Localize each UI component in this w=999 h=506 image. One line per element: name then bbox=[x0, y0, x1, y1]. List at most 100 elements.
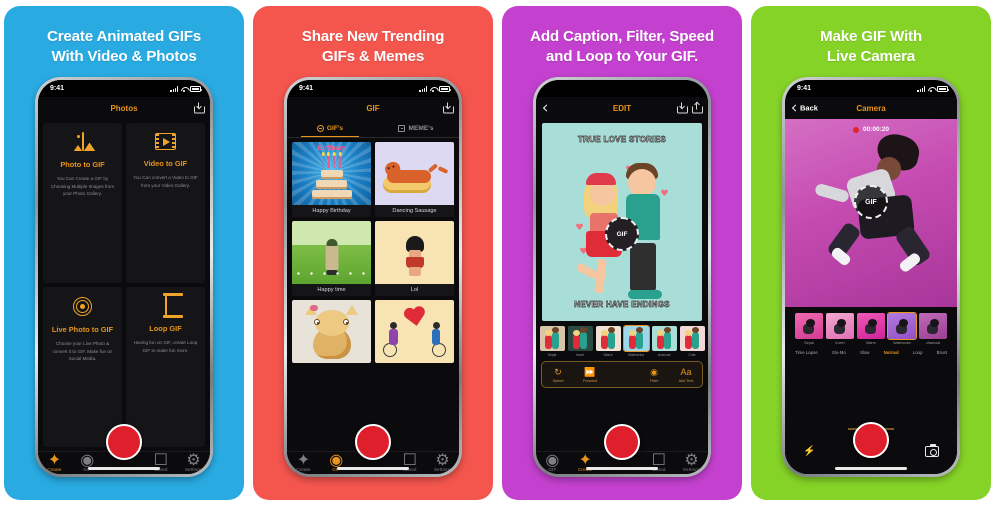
status-time: 9:41 bbox=[797, 85, 812, 93]
card-loop-gif[interactable]: Loop GIF Having fun on GIF, create Loop … bbox=[126, 287, 205, 448]
mode-slow[interactable]: Slow bbox=[860, 350, 870, 355]
record-button[interactable] bbox=[604, 424, 640, 461]
camera-viewfinder[interactable]: 00:00:20 GIF bbox=[785, 119, 957, 308]
gif-preview[interactable]: TRUE LOVE STORIES GIF NEVER HAVE ENDINGS bbox=[542, 123, 702, 322]
tab-settings[interactable]: ⚙ Settings bbox=[427, 452, 459, 472]
card-photo-to-gif[interactable]: Photo to GIF You Can Create a GIF by Cho… bbox=[43, 123, 122, 284]
filter-option[interactable]: Watercolor bbox=[622, 324, 650, 357]
filter-option[interactable]: charcoal bbox=[919, 313, 947, 345]
panel-camera: Make GIF With Live Camera 9:41 Back Came… bbox=[751, 6, 991, 500]
card-title: Video to GIF bbox=[143, 159, 188, 169]
back-button[interactable]: Back bbox=[791, 103, 818, 113]
home-indicator bbox=[337, 467, 409, 471]
add-text-icon: Aa bbox=[680, 367, 692, 378]
signal-icon bbox=[170, 85, 178, 92]
timer-value: 00:00:20 bbox=[862, 126, 890, 134]
mode-time-lapse[interactable]: Time Lapse bbox=[795, 350, 818, 355]
card-title: Photo to GIF bbox=[60, 160, 105, 170]
filter-strip[interactable]: Sepia Invert Warm Watercolor charcoal Cu… bbox=[536, 321, 708, 357]
gif-item[interactable]: Dancing Sausage bbox=[375, 142, 454, 218]
camera-filter-strip[interactable]: Sepia Invert Warm Watercolor charcoal bbox=[785, 307, 957, 345]
segment-gifs[interactable]: GIF's bbox=[287, 119, 373, 138]
tool-forward[interactable]: ⏩ Forward bbox=[575, 366, 605, 384]
camera-screen: 00:00:20 GIF Sepia Invert Warm Watercolo… bbox=[785, 119, 957, 429]
tab-create[interactable]: ✦ Create bbox=[38, 452, 70, 472]
card-video-to-gif[interactable]: Video to GIF You Can convert a Video to … bbox=[126, 123, 205, 284]
card-live-photo-to-gif[interactable]: Live Photo to GIF Choose your Live Photo… bbox=[43, 287, 122, 448]
share-icon[interactable] bbox=[692, 102, 703, 114]
battery-icon bbox=[190, 86, 202, 92]
tab-settings[interactable]: ⚙ Settings bbox=[178, 452, 210, 472]
tool-speed[interactable]: ↻ Speed bbox=[543, 366, 573, 384]
title-line-2: Live Camera bbox=[826, 48, 916, 66]
filter-option[interactable]: Warm bbox=[857, 313, 885, 345]
status-bar: 9:41 bbox=[785, 80, 957, 98]
gif-caption: Happy Birthday bbox=[312, 208, 351, 215]
gif-caption: Lol bbox=[410, 287, 419, 294]
mode-brust[interactable]: Brust bbox=[937, 350, 947, 355]
back-label: Back bbox=[800, 103, 818, 113]
gif-watermark: GIF bbox=[605, 217, 639, 252]
mode-normal[interactable]: Normal bbox=[884, 350, 899, 355]
gif-item[interactable]: Happy time bbox=[292, 221, 371, 297]
tool-add-text[interactable]: Aa Add Text bbox=[671, 366, 701, 383]
filter-option[interactable]: Warm bbox=[595, 326, 621, 357]
gif-list-screen: Birthday Happy Birthday Dancing Sausage … bbox=[287, 138, 459, 452]
signal-icon bbox=[917, 85, 925, 92]
couple-illustration: GIF bbox=[574, 161, 670, 300]
flash-icon[interactable]: ⚡ bbox=[803, 446, 815, 457]
phone-frame: 9:41 GIF GIF's MEME's Birthday Happy Bir… bbox=[284, 77, 462, 478]
tab-settings[interactable]: ⚙ Settings bbox=[676, 452, 708, 472]
saved-icon: ☐ bbox=[402, 452, 417, 470]
star-icon: ✦ bbox=[47, 452, 62, 470]
phone-frame: 9:41 Back Camera 00:00:20 GIF Sepia Inve… bbox=[782, 77, 960, 478]
title-line-2: and Loop to Your GIF. bbox=[545, 48, 699, 66]
filter-thumbnail bbox=[651, 326, 677, 352]
capture-mode-row[interactable]: Time Lapse Slo-Mo Slow Normal Loop Brust bbox=[785, 345, 957, 359]
mode-slo-mo[interactable]: Slo-Mo bbox=[832, 350, 846, 355]
title-line-1: Add Caption, Filter, Speed bbox=[530, 28, 714, 45]
tab-gif[interactable]: ◉ GIF bbox=[536, 452, 568, 472]
mode-loop[interactable]: Loop bbox=[913, 350, 923, 355]
filter-thumbnail bbox=[826, 313, 854, 340]
filter-icon: ◉ bbox=[650, 366, 658, 377]
gif-item[interactable] bbox=[375, 300, 454, 364]
filter-option[interactable]: Watercolor bbox=[886, 311, 918, 345]
filter-option[interactable]: Invert bbox=[567, 326, 593, 357]
download-icon[interactable] bbox=[677, 102, 688, 114]
gif-thumbnail: Birthday bbox=[292, 142, 371, 206]
card-desc: You Can Create a GIF by Choosing Multipl… bbox=[50, 176, 115, 196]
filter-option[interactable]: charcoal bbox=[651, 326, 677, 357]
gif-item[interactable]: Birthday Happy Birthday bbox=[292, 142, 371, 218]
tool-filter[interactable]: ◉ Filter bbox=[639, 366, 669, 384]
filter-option[interactable]: Sepia bbox=[539, 326, 565, 357]
filter-option[interactable]: Cute bbox=[679, 326, 705, 357]
chevron-left-icon bbox=[542, 104, 551, 112]
back-button[interactable] bbox=[542, 104, 551, 112]
segment-memes[interactable]: MEME's bbox=[373, 119, 459, 137]
filter-option[interactable]: Invert bbox=[826, 313, 854, 345]
photos-screen: Photo to GIF You Can Create a GIF by Cho… bbox=[38, 119, 210, 452]
gif-thumbnail bbox=[292, 221, 371, 285]
filter-option[interactable]: Sepia bbox=[795, 313, 823, 345]
home-indicator bbox=[586, 467, 658, 471]
gif-thumbnail bbox=[375, 142, 454, 206]
panel-title: Make GIF With Live Camera bbox=[761, 27, 981, 67]
camera-flip-icon[interactable] bbox=[925, 444, 939, 457]
status-time: 9:41 bbox=[50, 85, 65, 93]
download-icon[interactable] bbox=[194, 102, 205, 114]
panel-title: Add Caption, Filter, Speed and Loop to Y… bbox=[512, 27, 732, 67]
filter-thumbnail bbox=[622, 324, 650, 353]
panel-title: Share New Trending GIFs & Memes bbox=[263, 27, 483, 67]
nav-bar: GIF bbox=[287, 97, 459, 120]
wifi-icon bbox=[430, 86, 437, 92]
nav-title: EDIT bbox=[612, 103, 632, 113]
download-icon[interactable] bbox=[443, 102, 454, 114]
gif-item[interactable] bbox=[292, 300, 371, 364]
gif-item[interactable]: Lol bbox=[375, 221, 454, 297]
record-button[interactable] bbox=[853, 422, 889, 459]
record-button[interactable] bbox=[355, 424, 391, 461]
record-button[interactable] bbox=[106, 424, 142, 461]
segmented-control: GIF's MEME's bbox=[287, 119, 459, 139]
tab-create[interactable]: ✦ Create bbox=[287, 452, 319, 472]
